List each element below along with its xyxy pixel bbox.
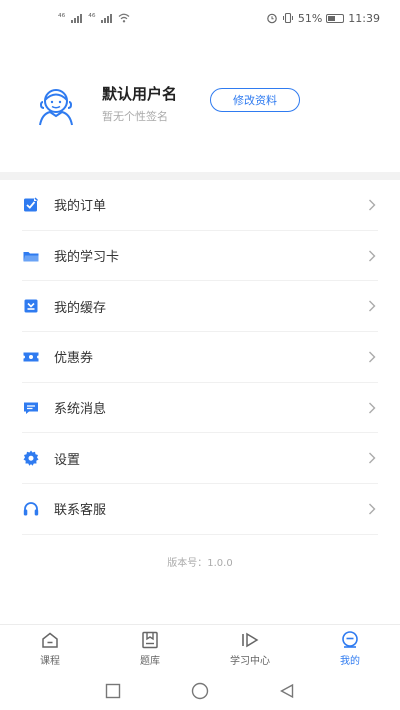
avatar-icon[interactable]	[32, 81, 80, 129]
status-time: 11:39	[348, 11, 380, 25]
system-nav-bar	[0, 672, 400, 710]
signal-2-label: ⁴⁶	[88, 13, 96, 23]
section-divider	[0, 172, 400, 180]
chevron-right-icon	[366, 199, 378, 211]
menu-item-label: 系统消息	[54, 402, 107, 418]
signal-2-icon	[101, 13, 113, 23]
status-right: 51% 11:39	[266, 12, 380, 25]
menu-item-label: 我的缓存	[54, 300, 107, 316]
home-icon	[42, 632, 58, 648]
message-icon	[22, 399, 40, 417]
status-bar: ⁴⁶ ⁴⁶ 51% 11:39	[0, 0, 400, 36]
gear-icon	[22, 449, 40, 467]
battery-percent: 51%	[297, 11, 323, 25]
menu-item-settings[interactable]: 设置	[22, 433, 378, 485]
question-bank-icon	[142, 631, 158, 648]
tab-mine[interactable]: 我的	[300, 625, 400, 672]
recent-apps-icon[interactable]	[105, 683, 121, 699]
chevron-right-icon	[366, 300, 378, 312]
profile-face-icon	[342, 630, 358, 648]
chevron-right-icon	[366, 351, 378, 363]
chevron-right-icon	[366, 503, 378, 515]
tab-label: 我的	[340, 655, 360, 667]
menu-item-label: 优惠券	[54, 351, 94, 367]
headset-icon	[22, 500, 40, 518]
menu-item-label: 我的学习卡	[54, 250, 120, 266]
menu-item-label: 联系客服	[54, 503, 107, 519]
wifi-icon	[119, 13, 130, 23]
edit-profile-button[interactable]: 修改资料	[210, 88, 300, 112]
tab-label: 题库	[140, 655, 160, 667]
tab-courses[interactable]: 课程	[0, 625, 100, 672]
tab-label: 学习中心	[230, 655, 270, 667]
menu-list: 我的订单 我的学习卡 我的缓存 优惠券 系统消息 设置 联系客服	[0, 180, 400, 535]
signal-1-label: ⁴⁶	[58, 13, 66, 23]
folder-card-icon	[22, 247, 40, 265]
signal-1-icon	[71, 13, 83, 23]
menu-item-orders[interactable]: 我的订单	[22, 180, 378, 231]
coupon-icon	[22, 348, 40, 366]
version-text: 版本号：1.0.0	[167, 558, 233, 569]
status-left: ⁴⁶ ⁴⁶	[58, 13, 130, 23]
profile-header: 默认用户名 暂无个性签名 修改资料	[0, 36, 400, 172]
bottom-tab-bar: 课程 题库 学习中心 我的	[0, 624, 400, 672]
menu-item-label: 我的订单	[54, 199, 107, 215]
menu-item-cache[interactable]: 我的缓存	[22, 281, 378, 333]
back-triangle-icon[interactable]	[279, 683, 295, 699]
chevron-right-icon	[366, 402, 378, 414]
user-signature: 暂无个性签名	[102, 110, 168, 123]
menu-item-study-card[interactable]: 我的学习卡	[22, 231, 378, 282]
menu-item-label: 设置	[54, 452, 81, 468]
battery-icon	[326, 13, 345, 23]
tab-label: 课程	[40, 655, 60, 667]
chevron-right-icon	[366, 250, 378, 262]
menu-item-messages[interactable]: 系统消息	[22, 383, 378, 434]
tab-question-bank[interactable]: 题库	[100, 625, 200, 672]
chevron-right-icon	[366, 452, 378, 464]
play-learning-icon	[242, 632, 259, 647]
download-cache-icon	[22, 297, 40, 315]
home-circle-icon[interactable]	[191, 682, 209, 700]
menu-item-coupons[interactable]: 优惠券	[22, 332, 378, 383]
order-icon	[22, 196, 40, 214]
alarm-icon	[267, 13, 277, 24]
vibrate-icon	[282, 12, 293, 24]
menu-item-customer-service[interactable]: 联系客服	[22, 484, 378, 535]
tab-learning-center[interactable]: 学习中心	[200, 625, 300, 672]
user-name: 默认用户名	[102, 85, 178, 103]
